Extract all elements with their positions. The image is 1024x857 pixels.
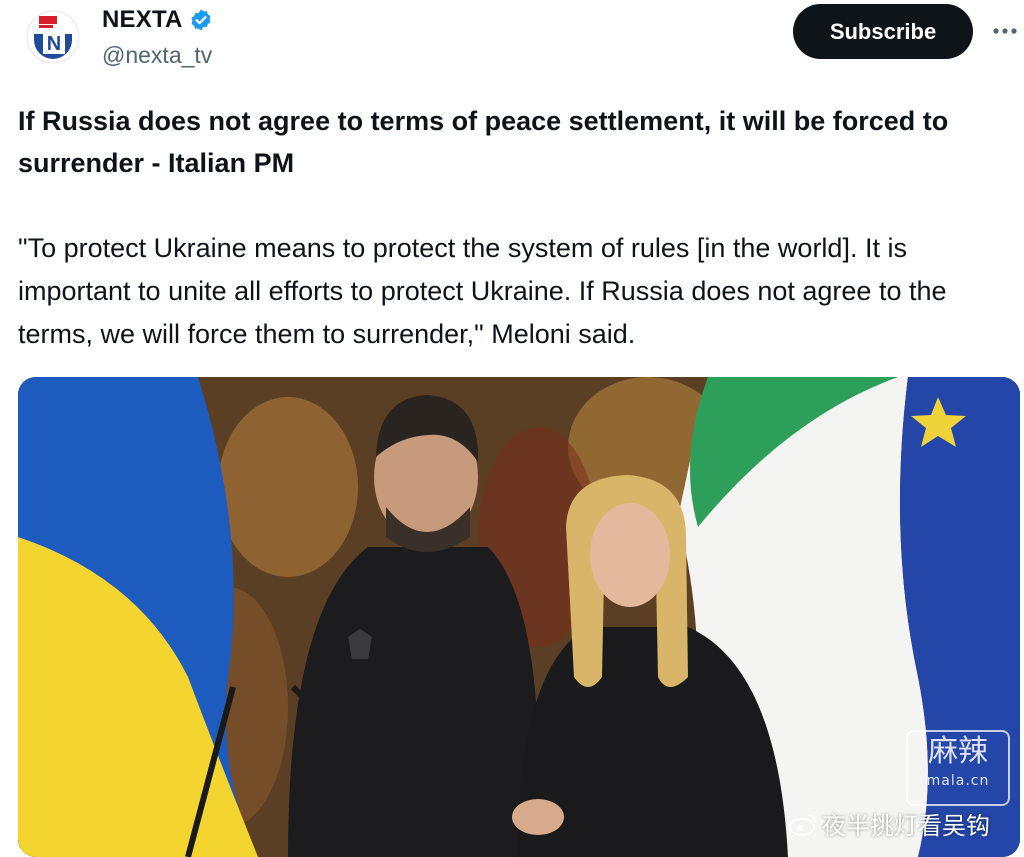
subscribe-button[interactable]: Subscribe [793,4,973,59]
ellipsis-icon [993,28,1017,34]
verified-badge-icon [191,9,211,31]
watermark-logo-subtext: mala.cn [926,773,990,789]
watermark-text: 夜半挑灯看吴钩 [822,812,990,840]
photo-illustration [18,377,1020,857]
author-avatar[interactable]: N [26,10,80,64]
nexta-logo-icon: N [26,10,80,64]
author-display-name[interactable]: NEXTA [102,6,183,34]
tweet-body: "To protect Ukraine means to protect the… [18,233,947,349]
weibo-icon [789,813,816,836]
author-handle[interactable]: @nexta_tv [102,42,212,69]
weibo-watermark: 夜半挑灯看吴钩 [788,806,990,841]
avatar-letter: N [47,33,61,55]
tweet-headline: If Russia does not agree to terms of pea… [18,106,949,178]
tweet-photo[interactable] [18,377,1020,857]
author-name-row: NEXTA [102,6,213,34]
more-options-button[interactable] [988,14,1022,48]
watermark-logo-text: 麻辣 [928,734,988,769]
watermark-logo: 麻辣 mala.cn [906,730,1010,806]
